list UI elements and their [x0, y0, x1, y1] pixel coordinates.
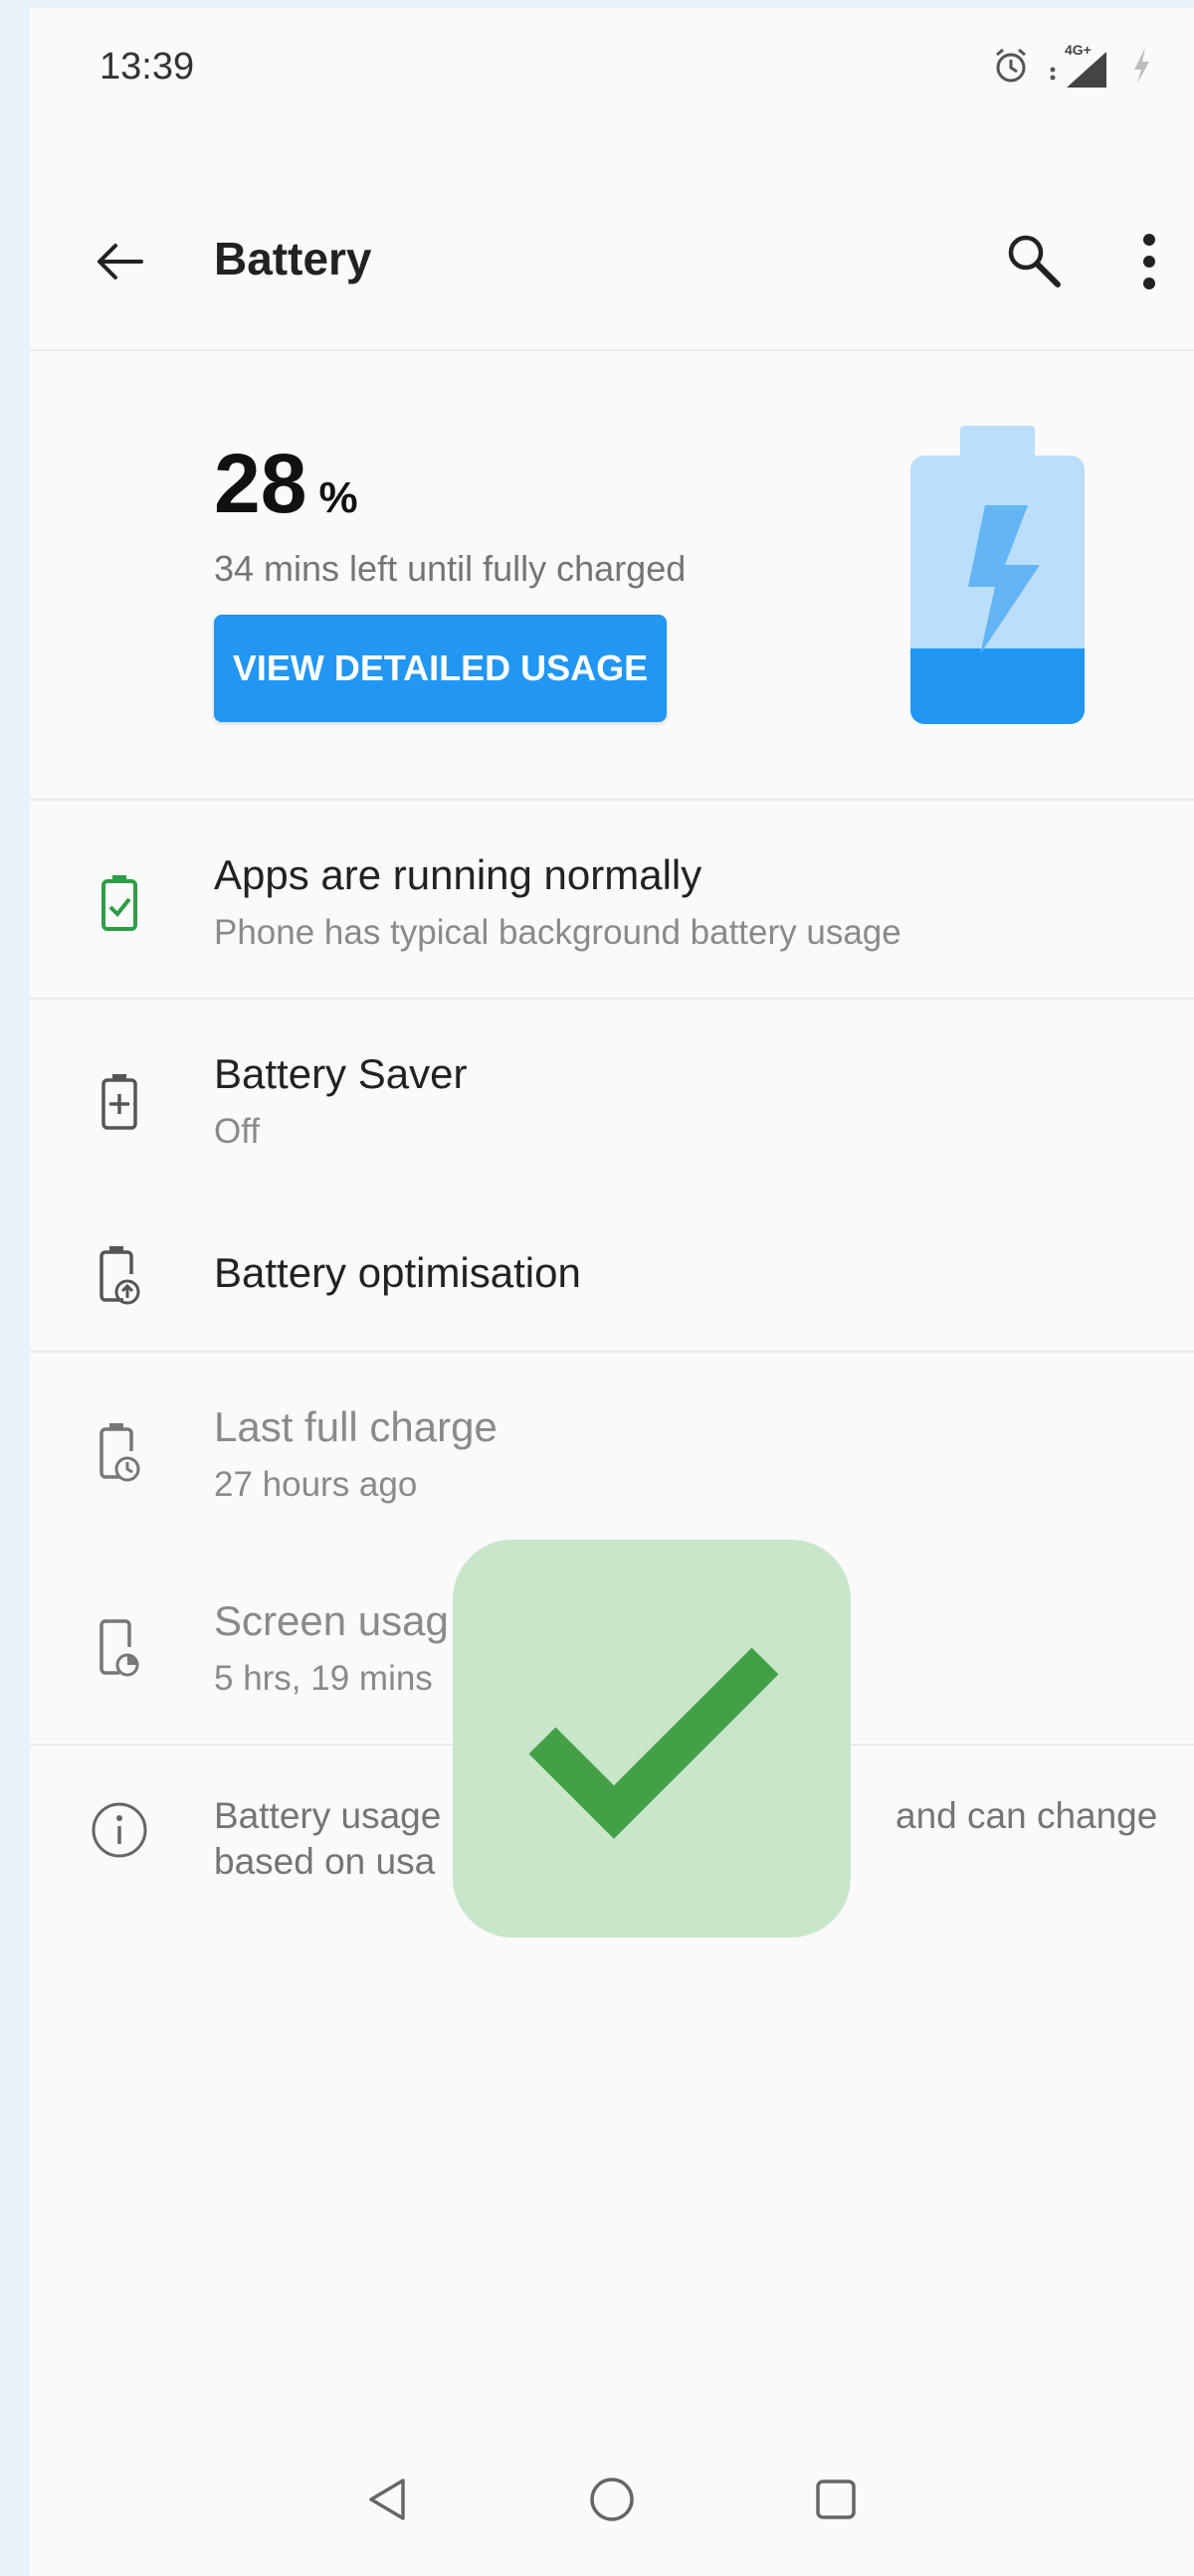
- info-line-1-left: Battery usage: [214, 1795, 442, 1836]
- back-triangle-icon: [369, 2479, 405, 2520]
- status-time: 13:39: [100, 46, 195, 88]
- apps-running-title: Apps are running normally: [214, 851, 702, 898]
- recents-square-icon: [816, 2480, 856, 2519]
- info-line-1-right: and can change: [896, 1795, 1158, 1836]
- nav-home-button[interactable]: [567, 2455, 657, 2544]
- charge-time-left: 34 mins left until fully charged: [214, 548, 687, 589]
- optimisation-divider: [30, 1351, 1194, 1353]
- screen-usage-title: Screen usag: [214, 1597, 449, 1644]
- battery-plus-icon: [85, 1062, 154, 1142]
- last-full-charge-item: Last full charge 27 hours ago: [30, 1356, 1194, 1550]
- status-bar: 13:39 4G+: [30, 8, 1194, 117]
- view-detailed-usage-button[interactable]: VIEW DETAILED USAGE: [214, 615, 667, 722]
- nav-recents-button[interactable]: [791, 2455, 881, 2544]
- battery-optimisation-item[interactable]: Battery optimisation: [30, 1196, 1194, 1351]
- more-options-button[interactable]: [1109, 217, 1189, 306]
- info-line-2-left: based on usa: [214, 1841, 436, 1882]
- last-full-charge-value: 27 hours ago: [214, 1465, 418, 1504]
- home-circle-icon: [590, 2478, 634, 2521]
- more-vert-icon: [1143, 234, 1155, 289]
- battery-percent: 28%: [214, 436, 358, 532]
- last-full-charge-title: Last full charge: [214, 1403, 498, 1450]
- navigation-bar: [30, 2425, 1194, 2574]
- apps-running-normally-item[interactable]: Apps are running normally Phone has typi…: [30, 804, 1194, 998]
- battery-charging-icon: [910, 426, 1085, 724]
- phone-screen: 13:39 4G+ Battery 28 % 34 mins left unti…: [30, 8, 1194, 2576]
- battery-check-icon: [85, 863, 154, 943]
- toolbar: Battery: [30, 177, 1194, 346]
- battery-percent-sign: %: [318, 473, 358, 522]
- screen-usage-icon: [85, 1607, 154, 1687]
- page-title: Battery: [214, 233, 372, 284]
- battery-saver-title: Battery Saver: [214, 1050, 468, 1097]
- apps-running-subtitle: Phone has typical background battery usa…: [214, 913, 901, 952]
- search-button[interactable]: [990, 217, 1080, 306]
- apps-divider: [30, 998, 1194, 1000]
- battery-clock-icon: [85, 1413, 154, 1493]
- back-arrow-icon: [98, 244, 143, 279]
- back-button[interactable]: [75, 217, 164, 306]
- battery-percent-value: 28: [214, 437, 307, 530]
- search-icon: [1008, 235, 1061, 287]
- screen-usage-value: 5 hrs, 19 mins: [214, 1659, 433, 1698]
- network-type-label: 4G+: [1065, 42, 1092, 58]
- charging-icon: [1128, 44, 1154, 92]
- battery-saver-item[interactable]: Battery Saver Off: [30, 1003, 1194, 1196]
- battery-summary: 28% 34 mins left until fully charged VIE…: [30, 351, 1194, 799]
- signal-icon: 4G+: [1045, 42, 1114, 90]
- status-icons: 4G+: [991, 38, 1154, 97]
- battery-saver-status: Off: [214, 1112, 261, 1151]
- summary-divider: [30, 799, 1194, 801]
- battery-optimisation-title: Battery optimisation: [214, 1249, 581, 1296]
- checkmark-icon: [528, 1647, 779, 1839]
- info-icon: [85, 1790, 154, 1870]
- nav-back-button[interactable]: [343, 2455, 433, 2544]
- battery-optimise-icon: [85, 1236, 154, 1316]
- success-overlay: [453, 1540, 851, 1937]
- alarm-icon: [991, 46, 1031, 91]
